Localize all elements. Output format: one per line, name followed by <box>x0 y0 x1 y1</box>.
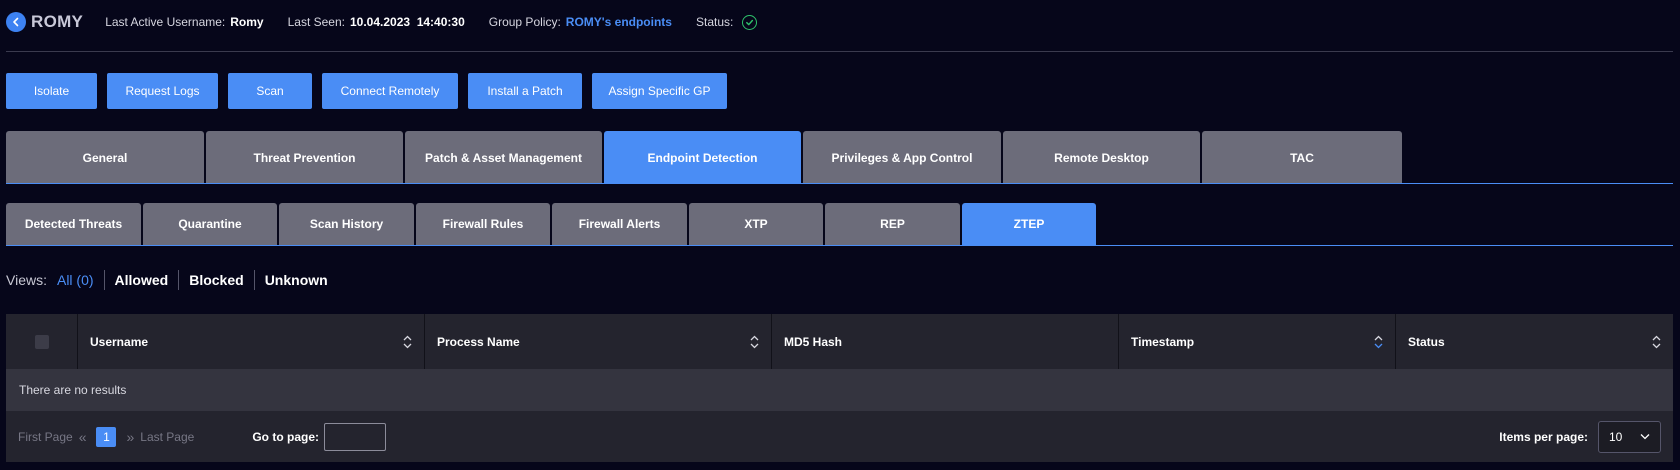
subtab-xtp[interactable]: XTP <box>689 203 823 245</box>
views-filter: Views: All (0) Allowed Blocked Unknown <box>6 270 338 290</box>
subtab-ztep[interactable]: ZTEP <box>962 203 1096 245</box>
column-username[interactable]: Username <box>78 314 425 369</box>
subtab-quarantine[interactable]: Quarantine <box>143 203 277 245</box>
last-seen-value: 10.04.2023 14:40:30 <box>349 15 465 29</box>
device-name: ROMY <box>31 12 84 31</box>
subtab-rep[interactable]: REP <box>825 203 960 245</box>
select-all-checkbox[interactable] <box>34 334 49 349</box>
select-all-cell <box>6 314 78 369</box>
ztep-table: Username Process Name MD5 Hash Timestamp… <box>6 314 1673 462</box>
tab-endpoint-detection[interactable]: Endpoint Detection <box>604 131 801 184</box>
column-md5-hash: MD5 Hash <box>772 314 1119 369</box>
status-label: Status: <box>695 15 734 29</box>
last-seen-label: Last Seen: <box>287 15 345 29</box>
first-page-link[interactable]: First Page <box>18 430 73 444</box>
pagination-bar: First Page « 1 » Last Page Go to page: I… <box>6 411 1673 462</box>
group-policy: Group Policy: ROMY's endpoints <box>489 15 672 29</box>
column-timestamp[interactable]: Timestamp <box>1119 314 1396 369</box>
tab-patch-asset-management[interactable]: Patch & Asset Management <box>405 131 602 184</box>
items-per-page-label: Items per page: <box>1499 429 1588 444</box>
connect-remotely-button[interactable]: Connect Remotely <box>322 73 458 109</box>
device-header: ROMY Last Active Username: Romy Last See… <box>6 10 758 34</box>
view-blocked[interactable]: Blocked <box>178 270 253 290</box>
scan-button[interactable]: Scan <box>228 73 312 109</box>
goto-page-input[interactable] <box>324 422 386 451</box>
items-per-page-value: 10 <box>1609 429 1623 444</box>
last-active-username: Last Active Username: Romy <box>105 15 263 29</box>
column-label: Process Name <box>437 334 520 349</box>
subtab-scan-history[interactable]: Scan History <box>279 203 414 245</box>
table-header: Username Process Name MD5 Hash Timestamp… <box>6 314 1673 369</box>
sort-icon[interactable] <box>1652 335 1661 349</box>
last-page-link[interactable]: Last Page <box>140 430 194 444</box>
view-unknown[interactable]: Unknown <box>253 270 338 290</box>
last-active-value: Romy <box>230 15 264 29</box>
sort-icon[interactable] <box>750 335 759 349</box>
subtabs-underline <box>6 245 1673 246</box>
subtab-detected-threats[interactable]: Detected Threats <box>6 203 141 245</box>
sort-icon[interactable] <box>403 335 412 349</box>
view-allowed[interactable]: Allowed <box>103 270 179 290</box>
chevrons-right-icon[interactable]: » <box>126 429 134 445</box>
column-label: MD5 Hash <box>784 334 843 349</box>
current-page-button[interactable]: 1 <box>96 426 117 447</box>
empty-message: There are no results <box>19 383 127 397</box>
items-per-page: Items per page: 10 <box>1499 420 1661 453</box>
chevrons-left-icon[interactable]: « <box>79 429 87 445</box>
view-all[interactable]: All (0) <box>57 270 104 290</box>
main-tabs: General Threat Prevention Patch & Asset … <box>6 131 1404 184</box>
column-label: Username <box>90 334 149 349</box>
group-policy-label: Group Policy: <box>488 15 561 29</box>
tab-privileges-app-control[interactable]: Privileges & App Control <box>803 131 1001 184</box>
column-label: Status <box>1408 334 1445 349</box>
subtab-firewall-alerts[interactable]: Firewall Alerts <box>552 203 687 245</box>
tab-general[interactable]: General <box>6 131 204 184</box>
action-toolbar: Isolate Request Logs Scan Connect Remote… <box>6 73 737 109</box>
check-circle-icon <box>742 14 758 30</box>
goto-page-label: Go to page: <box>252 429 319 444</box>
assign-specific-gp-button[interactable]: Assign Specific GP <box>592 73 727 109</box>
last-seen: Last Seen: 10.04.2023 14:40:30 <box>288 15 465 29</box>
sort-icon[interactable] <box>1374 335 1383 349</box>
install-patch-button[interactable]: Install a Patch <box>468 73 582 109</box>
sub-tabs: Detected Threats Quarantine Scan History… <box>6 203 1098 245</box>
items-per-page-select[interactable]: 10 <box>1598 420 1661 453</box>
chevron-down-icon <box>1640 434 1650 440</box>
chevron-left-icon <box>13 17 19 27</box>
tab-tac[interactable]: TAC <box>1202 131 1402 184</box>
tab-threat-prevention[interactable]: Threat Prevention <box>206 131 403 184</box>
views-label: Views: <box>6 272 47 288</box>
group-policy-link[interactable]: ROMY's endpoints <box>566 15 672 29</box>
request-logs-button[interactable]: Request Logs <box>107 73 218 109</box>
subtab-firewall-rules[interactable]: Firewall Rules <box>416 203 550 245</box>
isolate-button[interactable]: Isolate <box>6 73 97 109</box>
last-active-label: Last Active Username: <box>105 15 226 29</box>
tabs-underline <box>6 183 1673 184</box>
tab-remote-desktop[interactable]: Remote Desktop <box>1003 131 1200 184</box>
column-status[interactable]: Status <box>1396 314 1673 369</box>
column-label: Timestamp <box>1131 334 1195 349</box>
column-process-name[interactable]: Process Name <box>425 314 772 369</box>
status: Status: <box>695 14 758 30</box>
empty-results-row: There are no results <box>6 369 1673 411</box>
header-divider <box>6 51 1673 52</box>
back-button[interactable] <box>6 12 26 32</box>
